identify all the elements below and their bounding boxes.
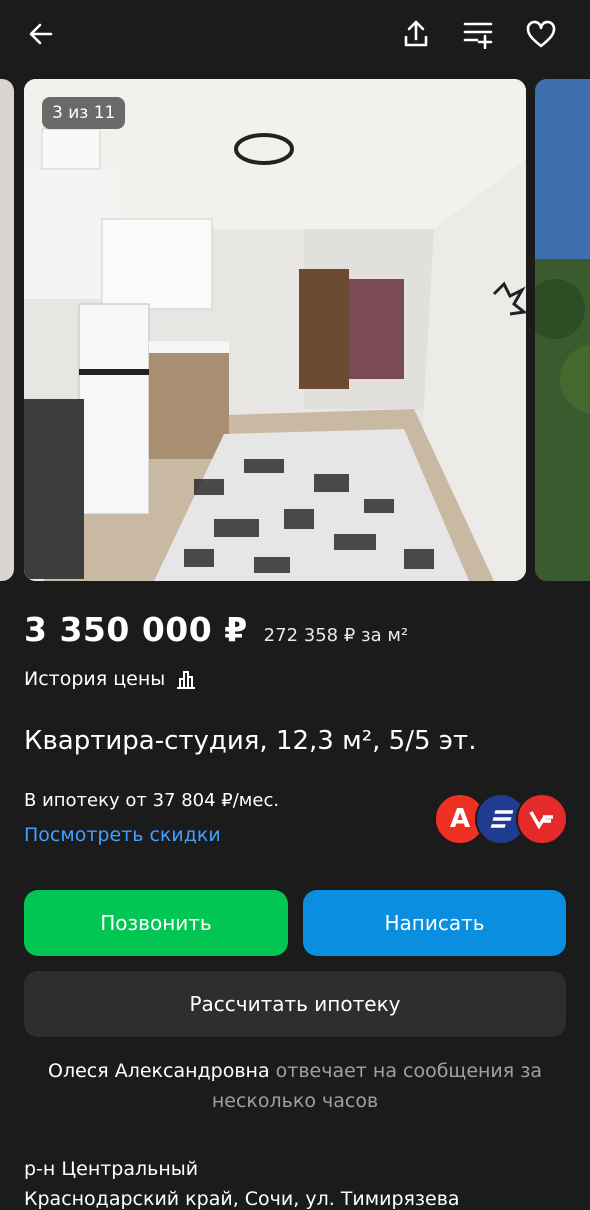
bank-logos[interactable]: А (434, 793, 568, 845)
price-history-label: История цены (24, 668, 166, 690)
seller-name[interactable]: Олеся Александровна (48, 1060, 270, 1082)
previous-photo[interactable] (0, 79, 14, 581)
seller-info: Олеся Александровна отвечает на сообщени… (24, 1056, 566, 1116)
bank-v-logo (516, 793, 568, 845)
mortgage-offer: В ипотеку от 37 804 ₽/мес. (24, 790, 280, 811)
district: р-н Центральный (24, 1158, 199, 1180)
top-bar (0, 0, 590, 70)
discounts-link[interactable]: Посмотреть скидки (24, 824, 221, 846)
price-row: 3 350 000 ₽ 272 358 ₽ за м² (24, 610, 408, 649)
room-photo-illustration (24, 79, 526, 581)
current-photo[interactable]: 3 из 11 (24, 79, 526, 581)
next-photo-illustration (535, 79, 590, 581)
price-per-meter: 272 358 ₽ за м² (263, 625, 409, 646)
bar-chart-icon (177, 671, 196, 689)
compare-icon[interactable] (458, 14, 498, 54)
price: 3 350 000 ₽ (24, 610, 248, 649)
call-button[interactable]: Позвонить (24, 890, 288, 956)
write-button[interactable]: Написать (303, 890, 566, 956)
address: Краснодарский край, Сочи, ул. Тимирязева (24, 1188, 460, 1210)
photo-gallery[interactable]: 3 из 11 (0, 79, 590, 581)
share-icon[interactable] (396, 14, 436, 54)
calculate-mortgage-button[interactable]: Рассчитать ипотеку (24, 971, 566, 1037)
arrow-left-icon[interactable] (21, 14, 61, 54)
price-history-link[interactable]: История цены (24, 668, 197, 690)
listing-title: Квартира-студия, 12,3 м², 5/5 эт. (24, 726, 477, 756)
photo-counter: 3 из 11 (42, 97, 126, 129)
next-photo[interactable] (535, 79, 590, 581)
heart-icon[interactable] (521, 14, 561, 54)
